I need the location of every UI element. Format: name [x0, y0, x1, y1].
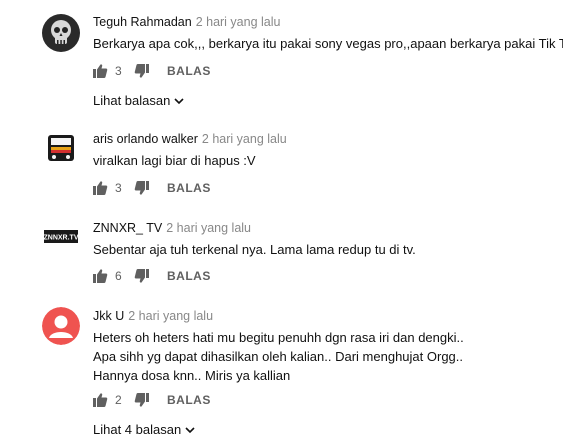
reply-button[interactable]: BALAS [167, 64, 211, 78]
comment-author[interactable]: aris orlando walker [93, 132, 198, 146]
thumbs-down-icon[interactable] [134, 268, 150, 284]
like-count: 3 [115, 181, 122, 195]
thumbs-up-icon[interactable] [92, 180, 108, 196]
view-replies-button[interactable]: Lihat balasan [93, 93, 184, 108]
skull-avatar-icon[interactable] [42, 14, 80, 52]
thumbs-down-icon[interactable] [134, 63, 150, 79]
reply-button[interactable]: BALAS [167, 269, 211, 283]
reply-button[interactable]: BALAS [167, 181, 211, 195]
comment-author[interactable]: ZNNXR_ TV [93, 221, 162, 235]
comment-actions: 3 BALAS [92, 179, 211, 197]
comment-actions: 3 BALAS [92, 62, 211, 80]
comment-text-line: Hannya dosa knn.. Miris ya kallian [93, 368, 291, 383]
channel-logo-text: ZNNXR.TV [44, 235, 79, 242]
thumbs-up-icon[interactable] [92, 63, 108, 79]
default-user-avatar-icon[interactable] [42, 307, 80, 345]
comment-header: Teguh Rahmadan 2 hari yang lalu [93, 15, 280, 29]
comment-author[interactable]: Teguh Rahmadan [93, 15, 192, 29]
comment-header: aris orlando walker 2 hari yang lalu [93, 132, 287, 146]
comment-text: viralkan lagi biar di hapus :V [93, 153, 256, 168]
comment-header: ZNNXR_ TV 2 hari yang lalu [93, 221, 251, 235]
comment-actions: 6 BALAS [92, 267, 211, 285]
comment-header: Jkk U 2 hari yang lalu [93, 309, 213, 323]
comment-timestamp[interactable]: 2 hari yang lalu [202, 132, 287, 146]
reply-button[interactable]: BALAS [167, 393, 211, 407]
like-count: 2 [115, 393, 122, 407]
chevron-down-icon [185, 422, 195, 437]
comment-text-line: Apa sihh yg dapat dihasilkan oleh kalian… [93, 349, 463, 364]
comment-timestamp[interactable]: 2 hari yang lalu [196, 15, 281, 29]
comment-timestamp[interactable]: 2 hari yang lalu [128, 309, 213, 323]
comment-text: Berkarya apa cok,,, berkarya itu pakai s… [93, 36, 563, 51]
comment-text: Sebentar aja tuh terkenal nya. Lama lama… [93, 242, 416, 257]
view-replies-label: Lihat 4 balasan [93, 422, 182, 437]
thumbs-up-icon[interactable] [92, 268, 108, 284]
thumbs-down-icon[interactable] [134, 392, 150, 408]
comment-actions: 2 BALAS [92, 391, 211, 409]
comment-timestamp[interactable]: 2 hari yang lalu [166, 221, 251, 235]
like-count: 3 [115, 64, 122, 78]
comment-author[interactable]: Jkk U [93, 309, 124, 323]
comment-text-line: Heters oh heters hati mu begitu penuhh d… [93, 330, 464, 345]
channel-logo-avatar-icon[interactable]: ZNNXR.TV [42, 218, 80, 256]
view-replies-label: Lihat balasan [93, 93, 171, 108]
thumbs-up-icon[interactable] [92, 392, 108, 408]
view-replies-button[interactable]: Lihat 4 balasan [93, 422, 195, 437]
chevron-down-icon [174, 93, 184, 108]
bus-avatar-icon[interactable] [42, 129, 80, 167]
like-count: 6 [115, 269, 122, 283]
thumbs-down-icon[interactable] [134, 180, 150, 196]
